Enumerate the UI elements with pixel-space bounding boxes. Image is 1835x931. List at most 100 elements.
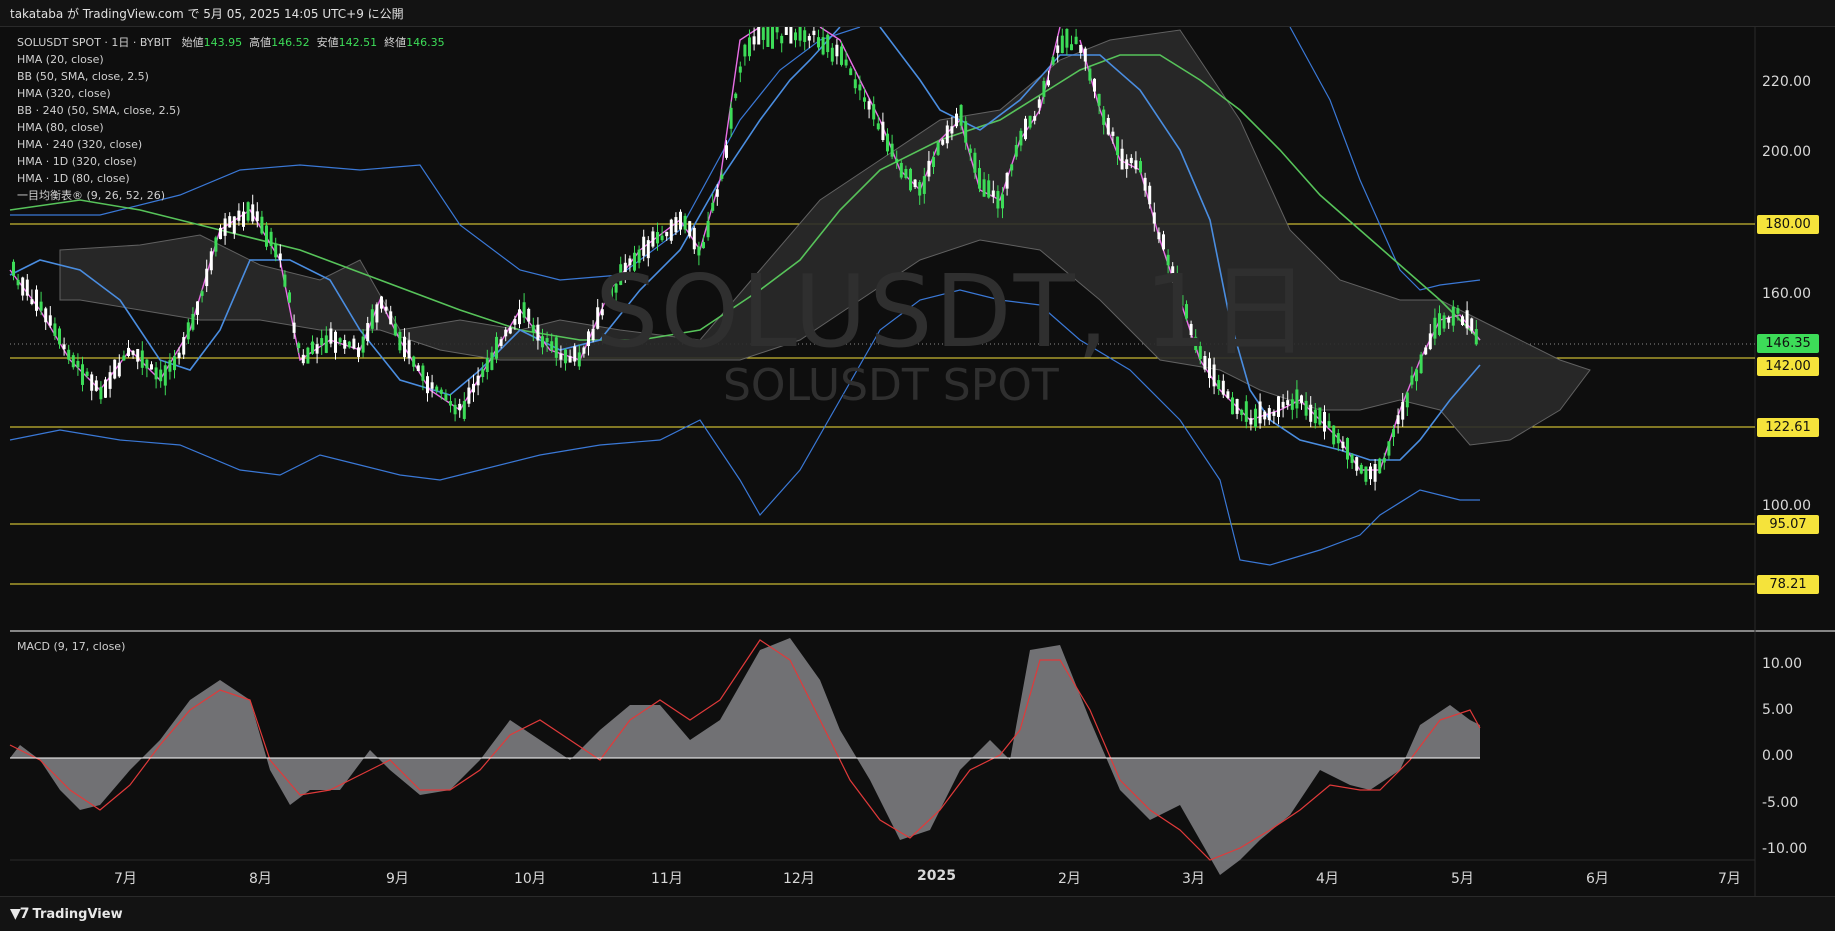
candle-body <box>21 277 25 296</box>
time-axis-label: 8月 <box>249 871 272 887</box>
candle-body <box>380 296 383 309</box>
candle-body <box>76 360 80 368</box>
indicator-hma-20[interactable]: HMA (20, close) <box>17 51 445 68</box>
high-value: 146.52 <box>271 36 310 49</box>
candle-body <box>784 27 788 35</box>
candle-body <box>955 113 958 127</box>
candle-body <box>518 309 521 325</box>
candle-body <box>1327 421 1331 428</box>
candle-body <box>389 311 393 325</box>
indicator-hma-80[interactable]: HMA (80, close) <box>17 119 445 136</box>
candle-body <box>315 344 319 354</box>
candle-body <box>292 322 296 333</box>
candle-body <box>1051 57 1055 65</box>
candle-body <box>472 383 475 393</box>
indicator-hma-1d-80[interactable]: HMA · 1D (80, close) <box>17 170 445 187</box>
candle-body <box>196 301 199 315</box>
candle-body <box>361 336 365 353</box>
candle-body <box>223 218 227 236</box>
candle-body <box>821 37 825 55</box>
price-tag-78: 78.21 <box>1757 575 1819 594</box>
indicator-bb-50[interactable]: BB (50, SMA, close, 2.5) <box>17 68 445 85</box>
low-label: 安値 <box>316 36 339 49</box>
candle-body <box>1277 396 1280 417</box>
candle-body <box>1042 80 1046 97</box>
candle-body <box>1139 161 1142 173</box>
candle-body <box>416 365 420 372</box>
candle-body <box>278 253 282 261</box>
candle-body <box>1106 117 1110 135</box>
macd-axis-label: 10.00 <box>1762 656 1803 672</box>
candle-body <box>458 403 462 411</box>
candle-body <box>108 372 112 389</box>
indicator-hma-320[interactable]: HMA (320, close) <box>17 85 445 102</box>
candle-body <box>1396 415 1400 425</box>
candle-body <box>1433 317 1437 339</box>
candle-body <box>536 324 540 341</box>
footer-brand[interactable]: TradingView <box>33 907 123 922</box>
candle-body <box>1309 404 1313 422</box>
indicator-bb-240[interactable]: BB · 240 (50, SMA, close, 2.5) <box>17 102 445 119</box>
candle-body <box>771 27 774 49</box>
candle-body <box>140 350 144 368</box>
candle-body <box>1438 313 1441 335</box>
candle-body <box>527 308 531 322</box>
candle-body <box>789 27 793 44</box>
candle-body <box>1010 164 1014 171</box>
candle-body <box>1387 441 1391 456</box>
candle-body <box>200 291 204 296</box>
price-tag-95: 95.07 <box>1757 515 1819 534</box>
tradingview-logo-icon[interactable]: ▼7 <box>10 906 29 922</box>
candle-body <box>950 126 954 134</box>
candle-body <box>260 216 264 234</box>
candle-body <box>1364 466 1368 482</box>
candle-body <box>439 389 443 394</box>
candle-body <box>867 101 871 110</box>
candle-body <box>1217 380 1221 390</box>
candle-body <box>508 327 512 334</box>
candle-body <box>1254 408 1257 428</box>
candle-body <box>301 354 305 364</box>
time-axis-label: 10月 <box>514 871 546 887</box>
macd-legend[interactable]: MACD (9, 17, close) <box>17 640 125 653</box>
time-axis-label: 2月 <box>1058 871 1081 887</box>
candle-body <box>490 352 494 370</box>
candle-body <box>117 362 121 377</box>
candle-body <box>1152 212 1156 224</box>
candle-body <box>1373 464 1377 482</box>
candle-body <box>467 387 471 404</box>
candle-body <box>338 338 342 343</box>
candle-body <box>1093 78 1096 92</box>
indicator-hma-1d-320[interactable]: HMA · 1D (320, close) <box>17 153 445 170</box>
open-value: 143.95 <box>203 36 243 49</box>
candle-body <box>219 227 222 240</box>
candle-body <box>163 365 167 386</box>
candle-body <box>780 35 784 44</box>
candle-body <box>352 338 356 349</box>
indicator-ichimoku[interactable]: 一目均衡表® (9, 26, 52, 26) <box>17 187 445 204</box>
candle-body <box>462 401 466 419</box>
candle-body <box>840 46 843 65</box>
candle-body <box>886 133 889 152</box>
candle-body <box>982 179 986 197</box>
candle-body <box>39 301 43 311</box>
candle-body <box>1116 136 1119 156</box>
candle-body <box>398 331 402 351</box>
candle-body <box>159 369 163 382</box>
candle-body <box>430 382 434 389</box>
candle-body <box>876 123 880 130</box>
candle-body <box>1419 354 1423 374</box>
candle-body <box>1359 464 1363 474</box>
candle-body <box>1405 392 1409 408</box>
candle-body <box>683 215 687 230</box>
candle-body <box>1332 425 1336 445</box>
symbol-info[interactable]: SOLUSDT SPOT · 1日 · BYBIT <box>17 36 171 49</box>
candle-body <box>545 338 549 343</box>
indicator-hma-240[interactable]: HMA · 240 (320, close) <box>17 136 445 153</box>
candle-body <box>1447 317 1451 323</box>
time-axis-label: 6月 <box>1586 871 1609 887</box>
candle-body <box>67 349 71 360</box>
candle-body <box>1442 315 1446 329</box>
candle-body <box>573 346 577 362</box>
candle-body <box>568 356 572 363</box>
